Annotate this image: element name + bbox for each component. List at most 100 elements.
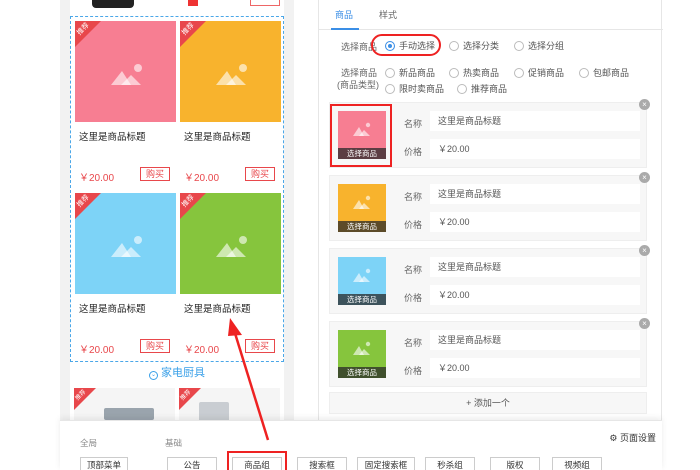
close-icon[interactable]: × — [639, 245, 650, 256]
product-image — [92, 0, 134, 8]
name-label: 名称 — [404, 192, 423, 202]
gear-icon: ⚙ — [609, 433, 618, 443]
category-title-text: 家电厨具 — [161, 367, 205, 379]
image-placeholder-icon — [216, 64, 247, 85]
radio-select-category[interactable]: 选择分类 — [449, 39, 499, 52]
radio-dot — [579, 68, 589, 78]
highlight-goods-group-component — [227, 451, 287, 470]
radio-label: 选择分组 — [528, 41, 565, 51]
tab-goods[interactable]: 商品 — [335, 8, 353, 21]
component-palette: 全局 基础 ⚙ 页面设置 顶部菜单 公告 商品组 搜索框 固定搜索框 秒杀组 版… — [60, 420, 662, 470]
radio-select-group[interactable]: 选择分组 — [514, 39, 564, 52]
tab-style[interactable]: 样式 — [379, 8, 397, 21]
buy-button[interactable]: 购买 — [140, 167, 170, 181]
select-goods-label: 选择商品 — [338, 294, 386, 305]
price-input[interactable]: ￥20.00 — [430, 358, 640, 378]
settings-panel: 商品 样式 选择商品 手动选择 选择分类 选择分组 选择商品 (商品类型) 新品… — [318, 0, 663, 470]
image-placeholder-icon — [216, 236, 247, 257]
goods-group-selected[interactable]: 推荐 这里是商品标题 ￥20.00 购买 推荐 这里是商品标题 ￥20.00 购… — [70, 16, 284, 362]
name-input[interactable]: 这里是商品标题 — [430, 257, 640, 277]
radio-limited-goods[interactable]: 限时卖商品 — [385, 82, 444, 95]
image-placeholder-icon — [111, 236, 142, 257]
radio-dot — [385, 84, 395, 94]
select-goods-label: 选择商品 — [338, 221, 386, 232]
price-input[interactable]: ￥20.00 — [430, 212, 640, 232]
settings-tabs: 商品 样式 — [319, 0, 663, 30]
goods-image-picker[interactable]: 选择商品 — [338, 330, 386, 378]
basic-section-label: 基础 — [165, 438, 183, 448]
component-top-menu[interactable]: 顶部菜单 — [80, 457, 128, 470]
component-copyright[interactable]: 版权 — [490, 457, 540, 470]
name-input[interactable]: 这里是商品标题 — [430, 111, 640, 131]
name-label: 名称 — [404, 119, 423, 129]
phone-preview: 推荐 这里是商品标题 ￥20.00 购买 推荐 这里是商品标题 ￥20.00 购… — [70, 0, 284, 470]
product-image — [188, 0, 198, 6]
add-goods-button[interactable]: + 添加一个 — [329, 392, 647, 414]
radio-recommend-goods[interactable]: 推荐商品 — [457, 82, 507, 95]
radio-label: 促销商品 — [528, 68, 565, 78]
page-settings-label: 页面设置 — [619, 433, 656, 443]
buy-button[interactable] — [250, 0, 280, 6]
goods-item[interactable]: 推荐 这里是商品标题 ￥20.00 购买 — [180, 21, 281, 189]
radio-promo-goods[interactable]: 促销商品 — [514, 66, 564, 79]
category-title[interactable]: ⌄ 家电厨具 — [70, 364, 284, 380]
name-input[interactable]: 这里是商品标题 — [430, 330, 640, 350]
image-placeholder-icon — [111, 64, 142, 85]
goods-price: ￥20.00 — [184, 173, 220, 184]
chevron-down-circle-icon: ⌄ — [149, 371, 158, 380]
radio-hot-goods[interactable]: 热卖商品 — [449, 66, 499, 79]
radio-dot — [457, 84, 467, 94]
close-icon[interactable]: × — [639, 99, 650, 110]
component-video-group[interactable]: 视频组 — [552, 457, 602, 470]
goods-image-picker[interactable]: 选择商品 — [338, 257, 386, 305]
name-input[interactable]: 这里是商品标题 — [430, 184, 640, 204]
goods-item[interactable]: 推荐 这里是商品标题 ￥20.00 购买 — [75, 193, 176, 361]
goods-image-picker[interactable]: 选择商品 — [338, 184, 386, 232]
radio-label: 选择分类 — [463, 41, 500, 51]
goods-price: ￥20.00 — [184, 345, 220, 356]
goods-type-sublabel: (商品类型) — [337, 80, 379, 90]
component-search-box[interactable]: 搜索框 — [297, 457, 347, 470]
price-label: 价格 — [404, 147, 423, 157]
appliance-image — [104, 408, 154, 420]
image-placeholder-icon — [353, 341, 371, 355]
price-input[interactable]: ￥20.00 — [430, 139, 640, 159]
goods-thumbnail: 推荐 — [180, 21, 281, 122]
price-input[interactable]: ￥20.00 — [430, 285, 640, 305]
buy-button[interactable]: 购买 — [245, 339, 275, 353]
radio-dot — [449, 68, 459, 78]
name-label: 名称 — [404, 338, 423, 348]
radio-dot — [385, 68, 395, 78]
radio-free-shipping[interactable]: 包邮商品 — [579, 66, 629, 79]
goods-item[interactable]: 推荐 这里是商品标题 ￥20.00 购买 — [75, 21, 176, 189]
price-label: 价格 — [404, 366, 423, 376]
goods-config-card: 选择商品 名称 这里是商品标题 价格 ￥20.00 × — [329, 318, 650, 387]
price-label: 价格 — [404, 293, 423, 303]
select-goods-label: 选择商品 — [338, 367, 386, 378]
component-notice[interactable]: 公告 — [167, 457, 217, 470]
name-label: 名称 — [404, 265, 423, 275]
buy-button[interactable]: 购买 — [140, 339, 170, 353]
goods-title: 这里是商品标题 — [79, 132, 146, 143]
page-settings-button[interactable]: ⚙ 页面设置 — [609, 431, 656, 444]
editor-stage: 推荐 这里是商品标题 ￥20.00 购买 推荐 这里是商品标题 ￥20.00 购… — [0, 0, 700, 470]
global-section-label: 全局 — [80, 438, 98, 448]
radio-dot — [514, 68, 524, 78]
component-flash-sale[interactable]: 秒杀组 — [425, 457, 475, 470]
goods-config-card: 选择商品 名称 这里是商品标题 价格 ￥20.00 × — [329, 172, 650, 241]
radio-label: 热卖商品 — [463, 68, 500, 78]
radio-new-goods[interactable]: 新品商品 — [385, 66, 435, 79]
highlight-goods-picker — [330, 104, 392, 167]
goods-thumbnail: 推荐 — [75, 21, 176, 122]
price-label: 价格 — [404, 220, 423, 230]
highlight-manual-select — [371, 34, 441, 56]
goods-item[interactable]: 推荐 这里是商品标题 ￥20.00 购买 — [180, 193, 281, 361]
buy-button[interactable]: 购买 — [245, 167, 275, 181]
component-fixed-search-box[interactable]: 固定搜索框 — [357, 457, 415, 470]
goods-thumbnail: 推荐 — [75, 193, 176, 294]
close-icon[interactable]: × — [639, 172, 650, 183]
image-placeholder-icon — [353, 195, 371, 209]
close-icon[interactable]: × — [639, 318, 650, 329]
radio-label: 限时卖商品 — [399, 84, 445, 94]
goods-title: 这里是商品标题 — [184, 304, 251, 315]
